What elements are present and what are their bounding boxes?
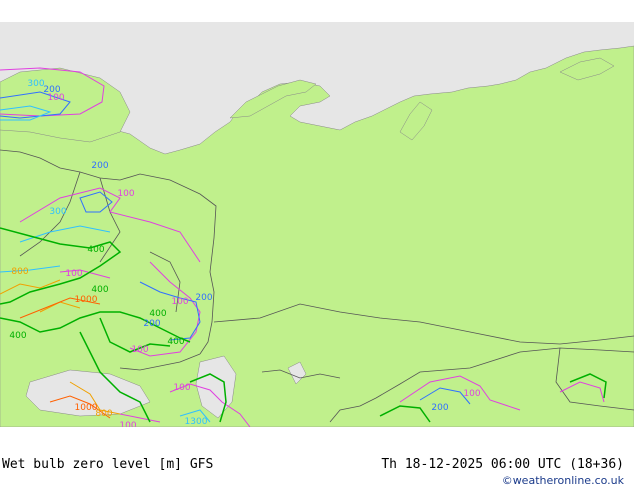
contour-label: 800 bbox=[11, 267, 28, 277]
contour-label: 400 bbox=[87, 245, 104, 255]
contour-label: 300 bbox=[49, 207, 66, 217]
contour-label: 200 bbox=[91, 161, 108, 171]
contour-label: 100 bbox=[173, 383, 190, 393]
contour-label: 400 bbox=[149, 309, 166, 319]
contour-label: 100 bbox=[171, 297, 188, 307]
contour-label: 100 bbox=[65, 269, 82, 279]
weather-map: 300 200 100 200 100 300 400 800 100 1000 400 400 100… bbox=[0, 22, 634, 427]
contour-label: 1000 bbox=[75, 403, 98, 413]
contour-label: 200 bbox=[143, 319, 160, 329]
contour-label: 200 bbox=[195, 293, 212, 303]
contour-label: 1300 bbox=[185, 417, 208, 427]
contour-label: 100 bbox=[47, 93, 64, 103]
map-canvas: 300200100200100300400800 1001000400400100… bbox=[0, 22, 634, 427]
contour-label: 100 bbox=[463, 389, 480, 399]
contour-label: 100 bbox=[131, 345, 148, 355]
contour-label: 400 bbox=[167, 337, 184, 347]
contour-label: 100 bbox=[117, 189, 134, 199]
contour-label: 400 bbox=[91, 285, 108, 295]
contour-label: 300 bbox=[27, 79, 44, 89]
contour-label: 200 bbox=[431, 403, 448, 413]
contour-label: 1000 bbox=[75, 295, 98, 305]
valid-time: Th 18-12-2025 06:00 UTC (18+36) bbox=[381, 457, 624, 472]
map-footer: Wet bulb zero level [m] GFS Th 18-12-202… bbox=[0, 427, 634, 490]
contour-label: 400 bbox=[9, 331, 26, 341]
site-credit[interactable]: ©weatheronline.co.uk bbox=[502, 474, 624, 487]
product-label: Wet bulb zero level [m] GFS bbox=[2, 457, 214, 472]
contour-label: 800 bbox=[95, 409, 112, 419]
